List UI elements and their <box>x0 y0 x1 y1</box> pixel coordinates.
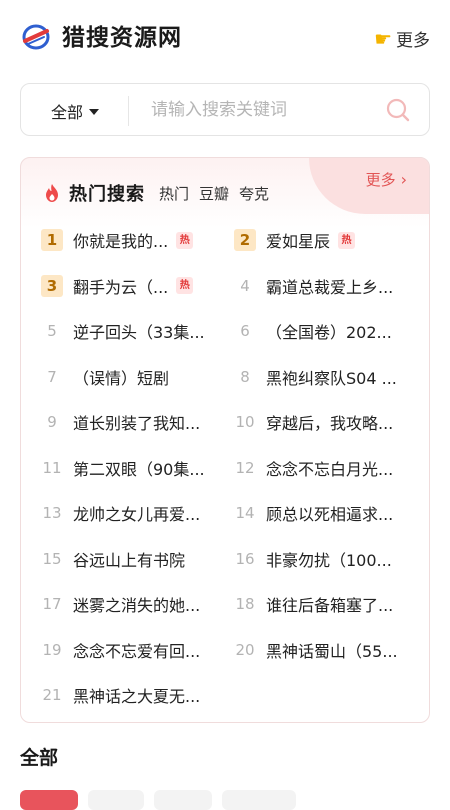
rank-item[interactable]: 16 非豪勿扰（100... <box>234 547 419 571</box>
rank-number: 3 <box>41 274 63 297</box>
rank-number: 20 <box>235 640 255 659</box>
rank-title: （全国卷）202... <box>266 323 392 342</box>
rank-item[interactable]: 2 爱如星辰热 <box>234 228 419 252</box>
rank-title: 谷远山上有书院 <box>73 550 186 570</box>
rank-item[interactable]: 9 道长别装了我知... <box>41 410 216 434</box>
hot-more-label: 更多 <box>365 171 396 189</box>
rank-title: 逆子回头（33集... <box>73 323 205 342</box>
header-more-label: 更多 <box>396 31 430 51</box>
hot-title: 热门搜索 <box>69 184 145 205</box>
rank-number: 17 <box>42 595 62 613</box>
section-title: 全部 <box>20 747 59 769</box>
rank-item[interactable]: 4 霸道总裁爱上乡... <box>234 274 419 298</box>
search-icon[interactable] <box>385 97 411 123</box>
rank-title: 非豪勿扰（100... <box>266 550 392 570</box>
hot-badge: 热 <box>176 231 194 249</box>
app-header: 猎搜资源网 ☛ 更多 <box>0 0 450 76</box>
rank-item[interactable]: 11 第二双眼（90集... <box>41 456 216 480</box>
rank-item[interactable]: 6 （全国卷）202... <box>234 319 419 343</box>
rank-number: 16 <box>235 549 255 568</box>
rank-item[interactable]: 5 逆子回头（33集... <box>41 319 216 343</box>
rank-title: 迷雾之消失的她... <box>73 596 201 615</box>
hot-search-card: 更多 › 热门搜索 热门 豆瓣 夸克 1 你就是我的... 热 3 翻手为云（... 热 5… <box>20 157 430 723</box>
rank-item[interactable]: 21 黑神话之大夏无... <box>41 683 216 707</box>
hot-badge: 热 <box>176 277 194 294</box>
rank-title: 谁往后备箱塞了... <box>266 596 394 615</box>
rank-title: 念念不忘白月光... <box>266 459 394 479</box>
filter-chip[interactable] <box>88 790 144 810</box>
rank-item[interactable]: 1 你就是我的... 热 <box>41 228 216 252</box>
rank-item[interactable]: 8 黑袍纠察队S04 ... <box>234 365 419 389</box>
header-more-button[interactable]: ☛ 更多 <box>374 26 430 52</box>
rank-title: 念念不忘爱有回... <box>73 641 201 661</box>
rank-number: 6 <box>240 322 250 340</box>
fire-icon <box>46 184 58 202</box>
rank-number: 12 <box>235 458 255 477</box>
rank-number: 5 <box>47 322 57 340</box>
hot-badge: 热 <box>338 231 356 249</box>
search-bar: 全部 <box>20 83 430 136</box>
rank-item[interactable]: 19 念念不忘爱有回... <box>41 638 216 662</box>
rank-item[interactable]: 18 谁往后备箱塞了... <box>234 592 419 616</box>
rank-title: 黑神话之大夏无... <box>73 687 201 706</box>
rank-number: 1 <box>41 229 63 251</box>
rank-number: 18 <box>235 595 255 613</box>
search-input[interactable] <box>151 94 371 126</box>
rank-item[interactable]: 20 黑神话蜀山（55... <box>234 638 419 662</box>
rank-number: 11 <box>42 458 62 477</box>
tab-douban[interactable]: 豆瓣 <box>199 183 229 204</box>
hot-title-row: 热门搜索 热门 豆瓣 夸克 <box>43 180 279 206</box>
filter-chip-active[interactable] <box>20 790 78 810</box>
rank-number: 13 <box>42 504 62 522</box>
rank-number: 9 <box>47 413 57 431</box>
rank-title: 黑神话蜀山（55... <box>266 641 398 661</box>
rank-title: 穿越后，我攻略... <box>266 414 394 433</box>
filter-chip[interactable] <box>154 790 212 810</box>
pointing-hand-icon: ☛ <box>374 26 392 51</box>
app-title: 猎搜资源网 <box>62 25 182 51</box>
tab-quark[interactable]: 夸克 <box>239 183 269 204</box>
rank-item[interactable]: 17 迷雾之消失的她... <box>41 592 216 616</box>
search-divider <box>128 96 129 126</box>
rank-item[interactable]: 12 念念不忘白月光... <box>234 456 419 480</box>
hot-more-button[interactable]: 更多 › <box>366 169 407 190</box>
rank-title: 第二双眼（90集... <box>73 459 205 479</box>
rank-number: 4 <box>240 276 250 295</box>
rank-number: 14 <box>235 504 255 522</box>
rank-title: 道长别装了我知... <box>73 414 201 433</box>
rank-title: 顾总以死相逼求... <box>266 505 394 524</box>
rank-title: 你就是我的... <box>73 232 169 251</box>
rank-item[interactable]: 7 （误情）短剧 <box>41 365 216 389</box>
rank-title: 翻手为云（... <box>73 277 169 297</box>
rank-number: 19 <box>42 640 62 659</box>
search-category-dropdown[interactable]: 全部 <box>51 99 100 123</box>
rank-item[interactable]: 15 谷远山上有书院 <box>41 547 216 571</box>
rank-title: 霸道总裁爱上乡... <box>266 277 394 297</box>
rank-item[interactable]: 3 翻手为云（... 热 <box>41 274 216 298</box>
rank-item[interactable]: 13 龙帅之女儿再爱... <box>41 501 216 525</box>
chevron-right-icon: › <box>400 170 407 189</box>
rank-number: 15 <box>42 549 62 568</box>
tab-hot[interactable]: 热门 <box>159 183 189 204</box>
rank-item[interactable]: 14 顾总以死相逼求... <box>234 501 419 525</box>
rank-title: 龙帅之女儿再爱... <box>73 505 201 524</box>
caret-down-icon <box>89 109 100 115</box>
rank-number: 10 <box>235 413 255 431</box>
rank-title: 爱如星辰 <box>266 232 331 251</box>
rank-number: 7 <box>47 367 57 386</box>
rank-title: （误情）短剧 <box>73 368 170 388</box>
rank-title: 黑袍纠察队S04 ... <box>266 368 397 388</box>
rank-number: 8 <box>240 367 250 386</box>
logo-icon <box>22 24 50 50</box>
rank-item[interactable]: 10 穿越后，我攻略... <box>234 410 419 434</box>
filter-chip[interactable] <box>222 790 296 810</box>
search-category-label: 全部 <box>51 103 84 122</box>
rank-number: 21 <box>42 686 62 704</box>
rank-number: 2 <box>234 229 256 251</box>
